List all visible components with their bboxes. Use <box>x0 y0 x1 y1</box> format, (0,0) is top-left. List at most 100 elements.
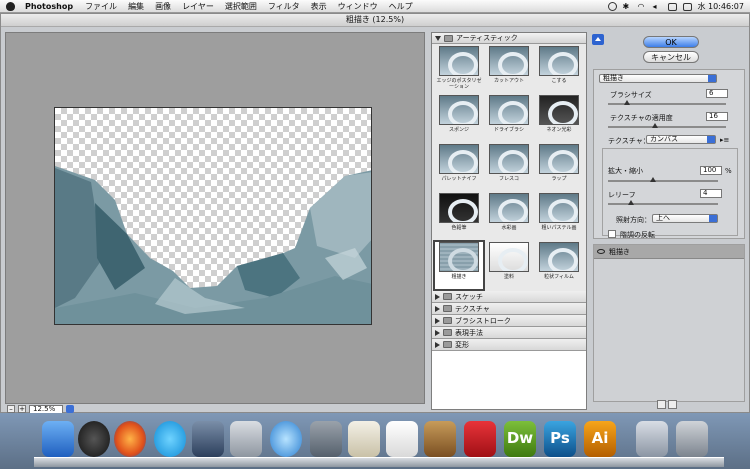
illustrator-icon[interactable]: Ai <box>584 421 616 457</box>
apple-menu-icon[interactable] <box>6 1 15 11</box>
system-preferences-icon[interactable] <box>310 421 342 457</box>
menu-filter[interactable]: フィルタ <box>268 1 300 12</box>
filter-thumb[interactable]: カットアウト <box>485 46 533 93</box>
texture-menu-icon[interactable]: ▸≡ <box>720 136 729 144</box>
filter-thumb[interactable]: 粒状フィルム <box>535 242 583 289</box>
category-label: ブラシストローク <box>455 316 511 325</box>
filter-thumb[interactable]: パレットナイフ <box>435 144 483 191</box>
filter-preview-image <box>439 46 479 76</box>
category-stylize[interactable]: 表現手法 <box>432 327 586 339</box>
menu-window[interactable]: ウィンドウ <box>338 1 378 12</box>
iphoto-icon[interactable] <box>192 421 224 457</box>
menu-image[interactable]: 画像 <box>155 1 171 12</box>
finder-icon[interactable] <box>42 421 74 457</box>
wifi-icon[interactable]: ◠ <box>638 2 647 11</box>
collapse-gallery-button[interactable] <box>592 34 604 45</box>
category-artistic[interactable]: アーティスティック <box>432 33 586 44</box>
filter-label: カットアウト <box>493 78 524 84</box>
time-machine-icon[interactable] <box>607 2 617 11</box>
downloads-stack-icon[interactable] <box>636 421 668 457</box>
filter-thumb[interactable]: ネオン光彩 <box>535 95 583 142</box>
scaling-slider[interactable] <box>608 177 718 182</box>
battery-icon[interactable] <box>667 2 677 11</box>
filter-thumb[interactable]: こする <box>535 46 583 93</box>
filter-select[interactable]: 粗描き <box>599 74 717 83</box>
filter-thumb-selected[interactable]: 粗描き <box>433 240 485 291</box>
category-brush-strokes[interactable]: ブラシストローク <box>432 315 586 327</box>
texture-coverage-slider[interactable] <box>608 123 726 128</box>
volume-icon[interactable]: ◂ <box>653 2 662 11</box>
category-label: 変形 <box>455 340 469 349</box>
menu-layer[interactable]: レイヤー <box>182 1 214 12</box>
brush-size-slider[interactable] <box>608 100 726 105</box>
relief-label: レリーフ <box>608 191 636 199</box>
bluetooth-icon[interactable]: ✱ <box>623 2 632 11</box>
slider-knob[interactable] <box>652 123 658 128</box>
folder-icon <box>443 329 452 336</box>
slider-knob[interactable] <box>650 177 656 182</box>
menu-edit[interactable]: 編集 <box>128 1 144 12</box>
filter-thumb[interactable]: スポンジ <box>435 95 483 142</box>
category-texture[interactable]: テクスチャ <box>432 303 586 315</box>
acrobat-icon[interactable] <box>464 421 496 457</box>
filter-thumb[interactable]: ラップ <box>535 144 583 191</box>
itunes-icon[interactable] <box>270 421 302 457</box>
zoom-out-button[interactable]: – <box>7 405 15 413</box>
filter-thumb[interactable]: 塗料 <box>485 242 533 289</box>
scaling-label: 拡大・縮小 <box>608 167 643 175</box>
relief-input[interactable]: 4 <box>700 189 722 198</box>
dreamweaver-icon[interactable]: Dw <box>504 421 536 457</box>
ok-button[interactable]: OK <box>643 36 699 48</box>
app-menu[interactable]: Photoshop <box>25 2 73 11</box>
new-effect-layer-button[interactable] <box>657 400 666 409</box>
filter-preview-image <box>489 242 529 272</box>
filter-label: フレスコ <box>498 176 519 182</box>
filter-preview-image <box>489 193 529 223</box>
filter-thumb[interactable]: 色鉛筆 <box>435 193 483 240</box>
menu-file[interactable]: ファイル <box>85 1 117 12</box>
preview-area[interactable] <box>5 32 425 404</box>
dashboard-icon[interactable] <box>78 421 110 457</box>
texture-select[interactable]: カンバス <box>646 135 716 144</box>
filter-thumb[interactable]: 粗いパステル画 <box>535 193 583 240</box>
filter-thumb[interactable]: フレスコ <box>485 144 533 191</box>
menu-select[interactable]: 選択範囲 <box>225 1 257 12</box>
slider-knob[interactable] <box>628 200 634 205</box>
scaling-unit: % <box>725 167 732 175</box>
delete-effect-layer-button[interactable] <box>668 400 677 409</box>
firefox-icon[interactable] <box>114 421 146 457</box>
eye-icon[interactable] <box>597 249 605 254</box>
zoom-dropdown-icon[interactable] <box>66 405 74 413</box>
category-sketch[interactable]: スケッチ <box>432 291 586 303</box>
brush-size-input[interactable]: 6 <box>706 89 728 98</box>
trash-icon[interactable] <box>676 421 708 457</box>
textedit-icon[interactable] <box>348 421 380 457</box>
filter-thumb[interactable]: 水彩画 <box>485 193 533 240</box>
filter-thumb[interactable]: エッジのポスタリゼーション <box>435 46 483 93</box>
invert-checkbox[interactable] <box>608 230 616 238</box>
light-direction-select[interactable]: 上へ <box>652 214 718 223</box>
photoshop-icon[interactable]: Ps <box>544 421 576 457</box>
category-distort[interactable]: 変形 <box>432 339 586 351</box>
preview-canvas[interactable] <box>54 107 372 325</box>
menu-view[interactable]: 表示 <box>311 1 327 12</box>
menu-help[interactable]: ヘルプ <box>389 1 413 12</box>
document-icon[interactable] <box>386 421 418 457</box>
display-icon[interactable] <box>682 2 692 11</box>
folder-icon <box>443 341 452 348</box>
menubar-clock[interactable]: 水 10:46:07 <box>698 1 744 12</box>
cancel-button[interactable]: キャンセル <box>643 51 699 63</box>
disclosure-closed-icon <box>435 317 440 324</box>
texture-coverage-input[interactable]: 16 <box>706 112 728 121</box>
effect-layer-row[interactable]: 粗描き <box>594 245 744 259</box>
scaling-input[interactable]: 100 <box>700 166 722 175</box>
zoom-in-button[interactable]: + <box>18 405 26 413</box>
relief-slider[interactable] <box>608 200 718 205</box>
stuffit-icon[interactable] <box>424 421 456 457</box>
skype-icon[interactable] <box>154 421 186 457</box>
filter-preview-image <box>539 46 579 76</box>
filter-thumb[interactable]: ドライブラシ <box>485 95 533 142</box>
preview-app-icon[interactable] <box>230 421 262 457</box>
filter-preview-image <box>439 193 479 223</box>
slider-knob[interactable] <box>624 100 630 105</box>
